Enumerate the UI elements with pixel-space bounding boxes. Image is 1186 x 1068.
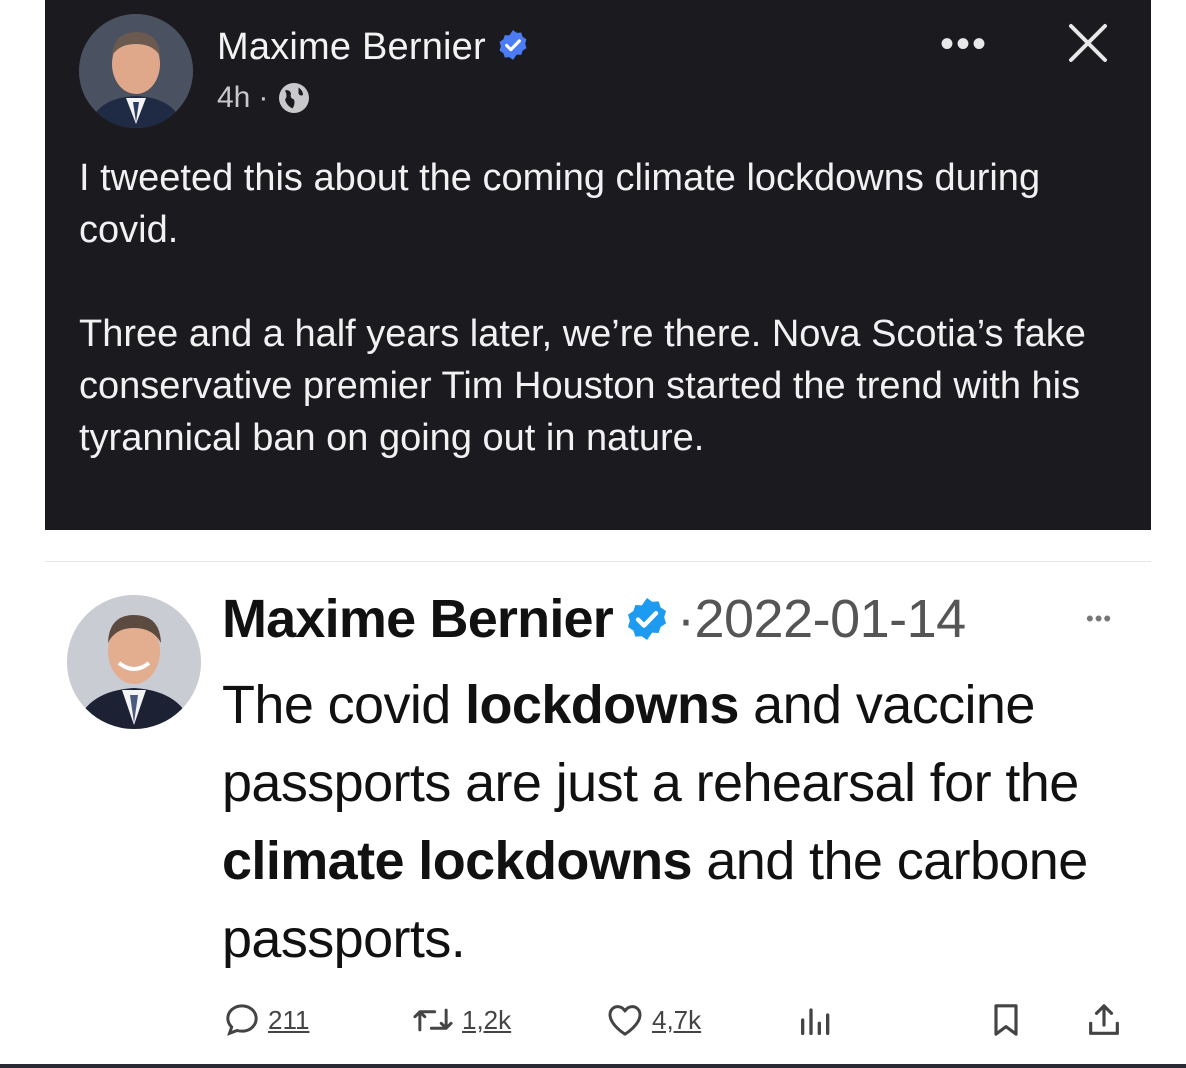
author-name[interactable]: Maxime Bernier bbox=[217, 26, 486, 69]
bottom-border bbox=[0, 1064, 1186, 1068]
tweet-author-name[interactable]: Maxime Bernier bbox=[222, 588, 614, 650]
views-button[interactable] bbox=[796, 1000, 836, 1040]
tweet-more-button[interactable]: ••• bbox=[1086, 606, 1112, 632]
tweet-text-bold: lockdowns bbox=[465, 675, 739, 735]
author-avatar[interactable] bbox=[79, 14, 193, 128]
bookmark-icon bbox=[994, 1004, 1018, 1036]
tweet-author-avatar[interactable] bbox=[67, 595, 201, 729]
retweet-count: 1,2k bbox=[462, 1004, 512, 1035]
tweet-text: The covid lockdowns and vaccine passport… bbox=[222, 666, 1142, 978]
tweet-text-segment: The covid bbox=[222, 675, 466, 735]
share-icon bbox=[1089, 1004, 1119, 1035]
reply-icon bbox=[226, 1004, 258, 1036]
like-count: 4,7k bbox=[652, 1004, 702, 1035]
verified-badge-icon bbox=[627, 598, 666, 640]
post-text: I tweeted this about the coming climate … bbox=[79, 152, 1129, 516]
views-icon bbox=[801, 1008, 830, 1035]
bookmark-button[interactable] bbox=[986, 1000, 1026, 1040]
tweet-actions: 211 1,2k 4,7k bbox=[222, 1000, 1132, 1044]
retweet-button[interactable]: 1,2k bbox=[410, 1000, 511, 1040]
tweet-date[interactable]: ·2022-01-14 bbox=[677, 588, 966, 650]
close-icon[interactable] bbox=[1063, 18, 1113, 68]
globe-icon bbox=[279, 83, 310, 113]
post-time[interactable]: 4h bbox=[217, 81, 250, 115]
author-row: Maxime Bernier bbox=[217, 26, 530, 69]
retweet-icon bbox=[413, 1008, 453, 1032]
post-meta: 4h · bbox=[217, 80, 312, 116]
tweet-header: Maxime Bernier ·2022-01-14 bbox=[222, 588, 966, 650]
meta-separator: · bbox=[258, 81, 269, 114]
post-paragraph: I tweeted this about the coming climate … bbox=[79, 157, 1041, 251]
like-button[interactable]: 4,7k bbox=[604, 1000, 701, 1040]
verified-badge-icon bbox=[496, 28, 530, 67]
divider bbox=[45, 561, 1151, 562]
like-icon bbox=[608, 1005, 642, 1036]
share-button[interactable] bbox=[1084, 1000, 1124, 1040]
more-options-button[interactable]: ••• bbox=[940, 22, 988, 67]
post-paragraph: Three and a half years later, we’re ther… bbox=[79, 313, 1086, 459]
tweet-text-bold: climate lockdowns bbox=[222, 831, 693, 891]
reply-count: 211 bbox=[268, 1004, 310, 1035]
facebook-post: Maxime Bernier 4h · ••• I tweeted this a… bbox=[45, 0, 1151, 530]
reply-button[interactable]: 211 bbox=[222, 1000, 309, 1040]
